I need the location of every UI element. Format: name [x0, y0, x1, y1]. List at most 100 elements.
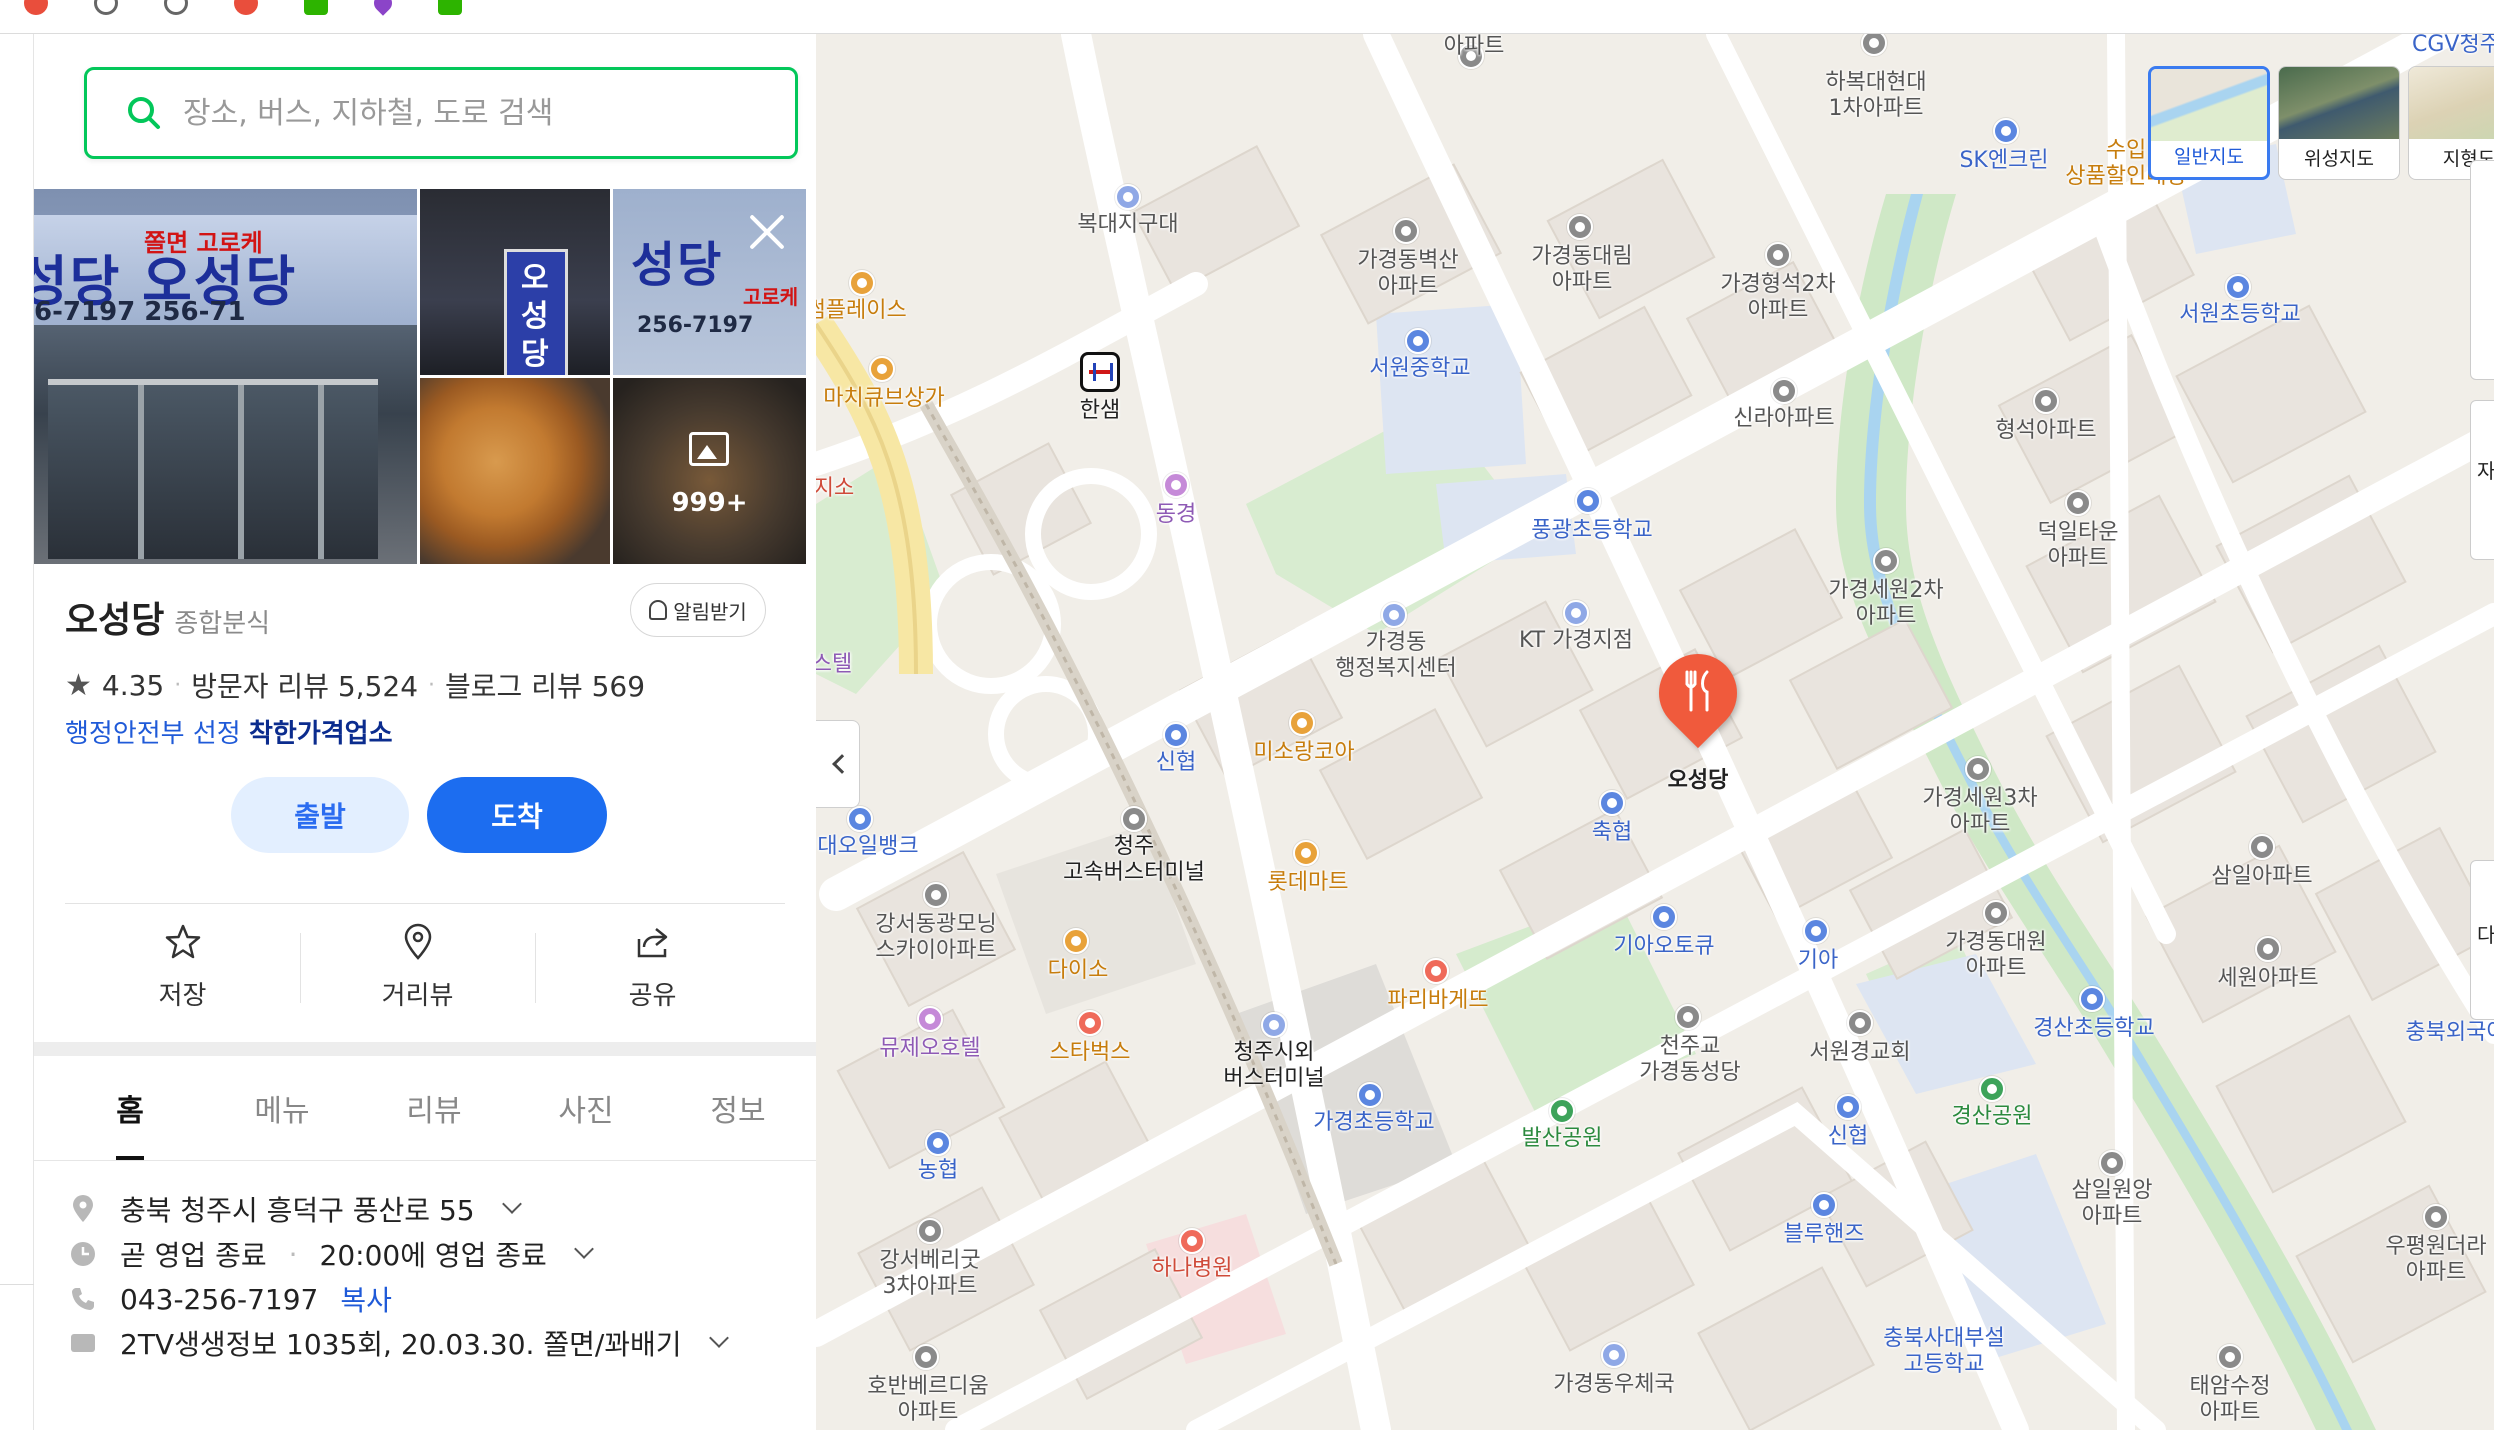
map-label[interactable]: 축협: [1592, 820, 1632, 846]
map-label[interactable]: 덕일타운 아파트: [2038, 520, 2119, 572]
hospital-icon[interactable]: [1179, 1228, 1205, 1254]
street-view-button[interactable]: 거리뷰: [300, 907, 535, 1027]
bus-terminal-icon[interactable]: [1261, 1012, 1287, 1038]
map-label[interactable]: 대오일뱅크: [817, 834, 918, 860]
poi-marker-icon[interactable]: [1873, 548, 1899, 574]
map-label[interactable]: KT 가경지점: [1519, 628, 1633, 654]
map-label[interactable]: 형석아파트: [1995, 418, 2096, 444]
map-label[interactable]: 삼일원앙 아파트: [2072, 1178, 2153, 1230]
blog-review-count[interactable]: 블로그 리뷰 569: [445, 665, 645, 705]
church-icon[interactable]: [1847, 1010, 1873, 1036]
map-label[interactable]: 강서동광모닝 스카이아파트: [875, 912, 996, 964]
map-label[interactable]: 가경초등학교: [1313, 1110, 1434, 1136]
bank-icon[interactable]: [1163, 722, 1189, 748]
church-icon[interactable]: [1675, 1004, 1701, 1030]
save-button[interactable]: 저장: [65, 907, 300, 1027]
map-canvas[interactable]: 아파트 하복대현대 1차아파트 SK엔크린 수입 상품할인매장 복대지구대 가경동벽…: [816, 34, 2494, 1430]
map-label[interactable]: 가경동대원 아파트: [1945, 930, 2046, 982]
map-label[interactable]: 삼일아파트: [2211, 864, 2312, 890]
poi-marker-icon[interactable]: [1765, 242, 1791, 268]
map-label[interactable]: 가경동벽산 아파트: [1357, 248, 1458, 300]
shopping-icon[interactable]: [869, 356, 895, 382]
school-icon[interactable]: [2225, 274, 2251, 300]
car-dealer-icon[interactable]: [1803, 918, 1829, 944]
map-label[interactable]: 미소랑코아: [1253, 740, 1354, 766]
tv-info-row[interactable]: 2TV생생정보 1035회, 20.03.30. 쫄면/꽈배기: [68, 1323, 729, 1363]
map-label[interactable]: 기아오토큐: [1613, 934, 1714, 960]
bank-icon[interactable]: [1835, 1094, 1861, 1120]
map-label[interactable]: 스타벅스: [1050, 1040, 1131, 1066]
hours-row[interactable]: 곧 영업 종료 · 20:00에 영업 종료: [68, 1234, 594, 1274]
map-label[interactable]: 서원중학교: [1369, 356, 1470, 382]
map-label[interactable]: 마치큐브상가: [823, 386, 944, 412]
telecom-icon[interactable]: [1563, 600, 1589, 626]
subway-station-icon[interactable]: [1080, 352, 1120, 392]
poi-marker-icon[interactable]: [1983, 900, 2009, 926]
map-label[interactable]: 경산초등학교: [2033, 1016, 2154, 1042]
shopping-icon[interactable]: [1293, 840, 1319, 866]
park-icon[interactable]: [1549, 1098, 1575, 1124]
map-tool-group[interactable]: [2470, 160, 2494, 380]
map-label[interactable]: 가경동우체국: [1553, 1372, 1674, 1398]
map-label[interactable]: 가경세원2차 아파트: [1828, 578, 1943, 630]
map-label[interactable]: 블루핸즈: [1784, 1222, 1865, 1248]
photo-food-croquette[interactable]: [420, 378, 610, 564]
poi-marker-icon[interactable]: [2033, 388, 2059, 414]
map-label[interactable]: 롯데마트: [1268, 870, 1349, 896]
map-label[interactable]: 태암수정 아파트: [2190, 1374, 2271, 1426]
map-label[interactable]: 신협: [1828, 1124, 1868, 1150]
poi-marker-icon[interactable]: [2065, 490, 2091, 516]
close-icon[interactable]: [746, 211, 788, 253]
bank-icon[interactable]: [1599, 790, 1625, 816]
post-office-icon[interactable]: [1601, 1342, 1627, 1368]
map-label[interactable]: 다이소: [1048, 958, 1109, 984]
map-label[interactable]: 한샘: [1080, 398, 1120, 424]
map-label[interactable]: 복대지구대: [1077, 212, 1178, 238]
bookmark-item[interactable]: [94, 0, 128, 15]
map-label[interactable]: 청주시외 버스터미널: [1223, 1040, 1324, 1092]
certification-badge[interactable]: 행정안전부 선정 착한가격업소: [65, 713, 393, 750]
poi-marker-icon[interactable]: [2217, 1344, 2243, 1370]
school-icon[interactable]: [1405, 328, 1431, 354]
gas-station-icon[interactable]: [847, 806, 873, 832]
school-icon[interactable]: [1357, 1082, 1383, 1108]
photo-vertical-sign[interactable]: 오성당: [420, 189, 610, 375]
poi-marker-icon[interactable]: [2099, 1150, 2125, 1176]
map-label[interactable]: 충북사대부설 고등학교: [1883, 1326, 2004, 1378]
poi-marker-icon[interactable]: [2249, 834, 2275, 860]
poi-marker-icon[interactable]: [923, 882, 949, 908]
map-label[interactable]: SK엔크린: [1959, 148, 2048, 174]
police-icon[interactable]: [1115, 184, 1141, 210]
tab-info[interactable]: 정보: [662, 1056, 814, 1160]
map-label[interactable]: 가경형석2차 아파트: [1720, 272, 1835, 324]
tab-menu[interactable]: 메뉴: [206, 1056, 358, 1160]
map-label[interactable]: 지소: [816, 476, 854, 502]
arrive-button[interactable]: 도착: [427, 777, 607, 853]
map-label[interactable]: CGV청주: [2412, 34, 2494, 58]
alarm-button[interactable]: 알림받기: [630, 583, 766, 637]
map-label[interactable]: 청주 고속버스터미널: [1063, 834, 1205, 886]
bookmark-item[interactable]: [24, 0, 58, 15]
map-label[interactable]: 가경세원3차 아파트: [1922, 786, 2037, 838]
poi-marker-icon[interactable]: [1393, 218, 1419, 244]
school-icon[interactable]: [2079, 986, 2105, 1012]
copy-phone-button[interactable]: 복사: [340, 1279, 392, 1319]
map-tool-group[interactable]: 자: [2470, 400, 2494, 560]
school-icon[interactable]: [1575, 488, 1601, 514]
visitor-review-count[interactable]: 방문자 리뷰 5,524: [191, 665, 418, 705]
depart-button[interactable]: 출발: [231, 777, 409, 853]
poi-marker-icon[interactable]: [1567, 214, 1593, 240]
cafe-icon[interactable]: [1077, 1010, 1103, 1036]
map-label[interactable]: 하나병원: [1152, 1256, 1233, 1282]
poi-marker-icon[interactable]: [1965, 756, 1991, 782]
map-label[interactable]: 스텔: [816, 652, 852, 678]
layer-normal-map[interactable]: 일반지도: [2148, 66, 2270, 180]
map-label[interactable]: 경산공원: [1952, 1104, 2033, 1130]
bookmark-item[interactable]: [370, 0, 402, 16]
tab-home[interactable]: 홈: [54, 1056, 206, 1160]
car-service-icon[interactable]: [1651, 904, 1677, 930]
map-label[interactable]: 파리바게뜨: [1387, 988, 1488, 1014]
map-label[interactable]: 아파트: [1444, 34, 1505, 60]
map-label[interactable]: 신협: [1156, 750, 1196, 776]
photo-storefront[interactable]: 성당 오성당 쫄면 고로케 6-7197 256-71: [34, 189, 417, 564]
